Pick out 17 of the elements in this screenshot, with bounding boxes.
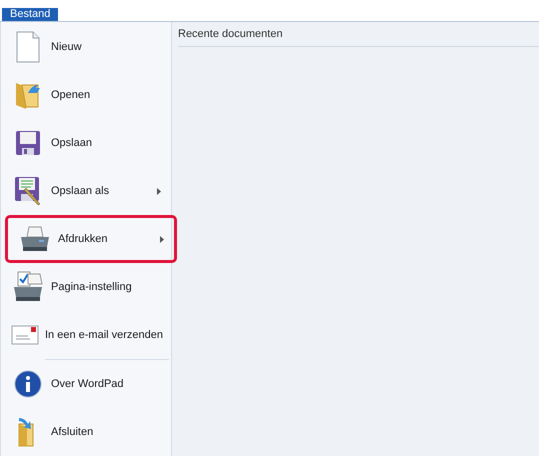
menu-item[interactable]: Pagina-instelling: [1, 263, 171, 311]
menu-item[interactable]: Afdrukken: [5, 215, 177, 263]
menu-item[interactable]: In een e-mail verzenden: [1, 311, 171, 359]
printer-icon: [19, 225, 51, 253]
menu-item[interactable]: Opslaan: [1, 119, 171, 167]
menu-item[interactable]: Over WordPad: [1, 360, 171, 408]
menu-item[interactable]: Afsluiten: [1, 408, 171, 456]
printer-page-icon: [12, 271, 44, 303]
info-icon: [14, 370, 42, 398]
floppy-disk-pencil-icon: [14, 176, 42, 206]
page-icon: [15, 31, 41, 63]
menu-item[interactable]: Opslaan als: [1, 167, 171, 215]
file-tab[interactable]: Bestand: [2, 8, 58, 21]
menu-item[interactable]: Openen: [1, 71, 171, 119]
recent-documents-heading: Recente documenten: [178, 26, 539, 46]
envelope-icon: [11, 324, 39, 346]
menu-item[interactable]: Nieuw: [1, 23, 171, 71]
